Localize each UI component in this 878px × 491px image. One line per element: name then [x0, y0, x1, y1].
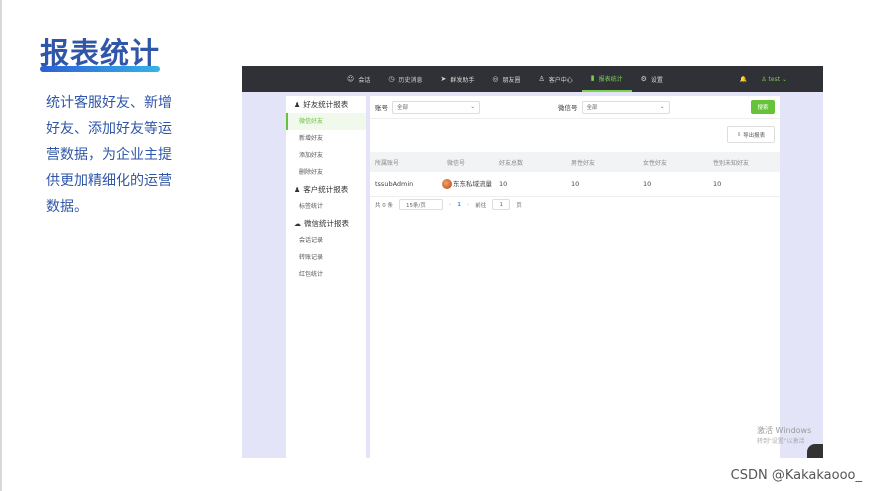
sidebar-item[interactable]: 红包统计 [286, 266, 366, 283]
report-sidebar: ♟ 好友统计报表 微信好友 新增好友 添加好友 删除好友 ♟ 客户统计报表 标签统计 ☁ 微信统计报… [286, 96, 366, 458]
title-underline [40, 66, 160, 72]
sidebar-group-1[interactable]: ♟ 客户统计报表 [286, 181, 366, 198]
bell-icon[interactable]: 🔔 [740, 76, 747, 83]
sidebar-group-0[interactable]: ♟ 好友统计报表 [286, 96, 366, 113]
corner-button[interactable] [807, 444, 823, 458]
watermark: CSDN @Kakakaooo_ [730, 468, 862, 483]
clock-icon: ◷ [388, 75, 395, 83]
top-nav-bar: ☺ 会话 ◷ 历史消息 ➤ 群发助手 ◎ 朋友圈 ♙ 客户中心 ▮ 报表统计 ⚙ 设置 🔔 ♙ test … [242, 66, 823, 92]
column-header: 所属账号 [370, 152, 442, 172]
user-icon: ♟ [294, 185, 301, 194]
nav-item-label: 客户中心 [548, 76, 573, 84]
slide-description: 统计客服好友、新增好友、添加好友等运营数据，为企业主提供更加精细化的运营数据。 [46, 95, 172, 215]
sidebar-group-2[interactable]: ☁ 微信统计报表 [286, 215, 366, 232]
table-row: tssubAdmin 东东私域流量 10 10 10 10 [370, 172, 780, 197]
nav-item-4[interactable]: ♙ 客户中心 [529, 66, 581, 92]
nav-item-1[interactable]: ◷ 历史消息 [379, 66, 431, 92]
table-cell: tssubAdmin [370, 172, 442, 197]
sidebar-group-label: 微信统计报表 [304, 219, 349, 228]
table-cell: 10 [494, 172, 566, 197]
total-count: 共 0 条 [375, 202, 393, 209]
top-right-area: 🔔 ♙ test ⌄ [740, 66, 787, 92]
friends-report-table: 所属账号 微信号 好友总数 男性好友 女性好友 性别未知好友 tssubAdmin 东东私域… [370, 152, 780, 197]
sidebar-item[interactable]: 删除好友 [286, 164, 366, 181]
nav-item-0[interactable]: ☺ 会话 [338, 66, 379, 92]
table-header: 所属账号 微信号 好友总数 男性好友 女性好友 性别未知好友 [370, 152, 780, 172]
download-icon: ⇩ [736, 131, 742, 138]
table-cell: 10 [708, 172, 780, 197]
current-page[interactable]: 1 [457, 202, 461, 208]
nav-item-label: 会话 [358, 76, 371, 84]
prev-page-icon[interactable]: ‹ [449, 202, 451, 208]
export-report-button[interactable]: ⇩ 导出报表 [727, 126, 775, 143]
next-page-icon[interactable]: › [467, 202, 469, 208]
table-body: tssubAdmin 东东私域流量 10 10 10 10 [370, 172, 780, 197]
sidebar-item[interactable]: 会话记录 [286, 232, 366, 249]
page-suffix: 页 [516, 202, 522, 209]
filter-bar: 账号 全部 ⌄ 微信号 全部 ⌄ 搜索 [370, 96, 780, 119]
user-icon: ♟ [294, 100, 301, 109]
column-header: 性别未知好友 [708, 152, 780, 172]
table-cell: 东东私域流量 [442, 172, 494, 197]
report-main: 账号 全部 ⌄ 微信号 全部 ⌄ 搜索 ⇩ 导出报表 所属账号 微信号 好友总数 男性好友… [370, 96, 780, 458]
search-button[interactable]: 搜索 [751, 100, 775, 114]
column-header: 男性好友 [566, 152, 638, 172]
user-icon: ♙ [538, 75, 545, 83]
sidebar-item[interactable]: 转账记录 [286, 249, 366, 266]
chevron-down-icon: ⌄ [659, 104, 665, 110]
nav-item-label: 报表统计 [598, 75, 623, 83]
nav-item-6[interactable]: ⚙ 设置 [632, 66, 672, 92]
table-cell: 10 [638, 172, 708, 197]
windows-activation-notice: 激活 Windows 转到"设置"以激活 [757, 426, 812, 445]
settings-icon: ⚙ [640, 75, 647, 83]
slide: 报表统计 统计客服好友、新增好友、添加好友等运营数据，为企业主提供更加精细化的运… [0, 0, 878, 491]
sidebar-item[interactable]: 标签统计 [286, 198, 366, 215]
chevron-down-icon: ⌄ [470, 104, 475, 110]
chat-icon: ☺ [347, 75, 355, 83]
pagination: 共 0 条 15条/页 ‹ 1 › 前往 1 页 [370, 198, 780, 212]
sidebar-group-label: 好友统计报表 [303, 100, 349, 109]
account-select[interactable]: 全部 ⌄ [392, 100, 480, 114]
goto-label: 前往 [475, 202, 487, 209]
nav-item-label: 朋友圈 [502, 76, 521, 84]
main-nav: ☺ 会话 ◷ 历史消息 ➤ 群发助手 ◎ 朋友圈 ♙ 客户中心 ▮ 报表统计 ⚙ 设置 [338, 66, 672, 92]
export-row: ⇩ 导出报表 [370, 119, 780, 152]
sidebar-group-label: 客户统计报表 [303, 185, 349, 194]
wechat-select[interactable]: 全部 ⌄ [581, 100, 670, 114]
wechat-icon: ☁ [294, 219, 301, 228]
send-icon: ➤ [440, 75, 447, 83]
sidebar-item[interactable]: 添加好友 [286, 147, 366, 164]
goto-page-input[interactable]: 1 [492, 199, 511, 210]
nav-item-5[interactable]: ▮ 报表统计 [581, 66, 632, 92]
column-header: 女性好友 [638, 152, 708, 172]
sidebar-item[interactable]: 微信好友 [286, 113, 366, 130]
user-menu[interactable]: ♙ test ⌄ [761, 76, 787, 83]
page-size-select[interactable]: 15条/页 [399, 199, 443, 210]
nav-item-label: 群发助手 [450, 76, 475, 84]
moments-icon: ◎ [492, 75, 499, 83]
column-header: 微信号 [442, 152, 494, 172]
nav-item-2[interactable]: ➤ 群发助手 [431, 66, 483, 92]
account-label: 账号 [375, 104, 388, 112]
sidebar-item[interactable]: 新增好友 [286, 130, 366, 147]
wechat-label: 微信号 [558, 104, 578, 112]
nav-item-label: 历史消息 [398, 76, 423, 84]
nav-item-3[interactable]: ◎ 朋友圈 [483, 66, 529, 92]
avatar [442, 179, 452, 190]
column-header: 好友总数 [494, 152, 566, 172]
nav-item-label: 设置 [650, 76, 663, 84]
bar-chart-icon: ▮ [590, 74, 595, 82]
username: test [768, 75, 781, 83]
app-screenshot: ☺ 会话 ◷ 历史消息 ➤ 群发助手 ◎ 朋友圈 ♙ 客户中心 ▮ 报表统计 ⚙ 设置 🔔 ♙ test … [242, 66, 823, 458]
table-cell: 10 [566, 172, 638, 197]
